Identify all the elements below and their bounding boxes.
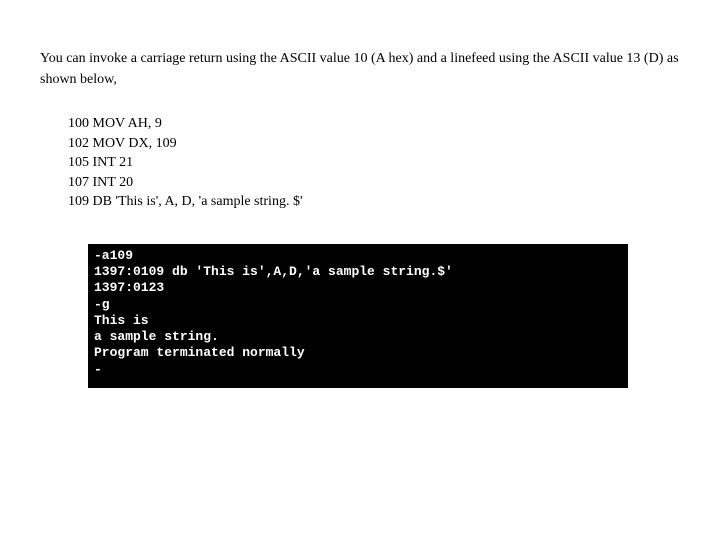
terminal-line: - xyxy=(94,362,622,378)
code-line: 102 MOV DX, 109 xyxy=(68,134,680,154)
terminal-line: 1397:0109 db 'This is',A,D,'a sample str… xyxy=(94,264,622,280)
code-line: 107 INT 20 xyxy=(68,173,680,193)
terminal-output: -a109 1397:0109 db 'This is',A,D,'a samp… xyxy=(88,244,628,388)
terminal-line: 1397:0123 xyxy=(94,280,622,296)
code-line: 105 INT 21 xyxy=(68,153,680,173)
code-line: 109 DB 'This is', A, D, 'a sample string… xyxy=(68,192,680,212)
assembly-code-block: 100 MOV AH, 9 102 MOV DX, 109 105 INT 21… xyxy=(68,114,680,212)
terminal-line: -g xyxy=(94,297,622,313)
terminal-line: -a109 xyxy=(94,248,622,264)
intro-paragraph: You can invoke a carriage return using t… xyxy=(40,48,680,90)
terminal-line: This is xyxy=(94,313,622,329)
terminal-line: a sample string. xyxy=(94,329,622,345)
terminal-line: Program terminated normally xyxy=(94,345,622,361)
code-line: 100 MOV AH, 9 xyxy=(68,114,680,134)
